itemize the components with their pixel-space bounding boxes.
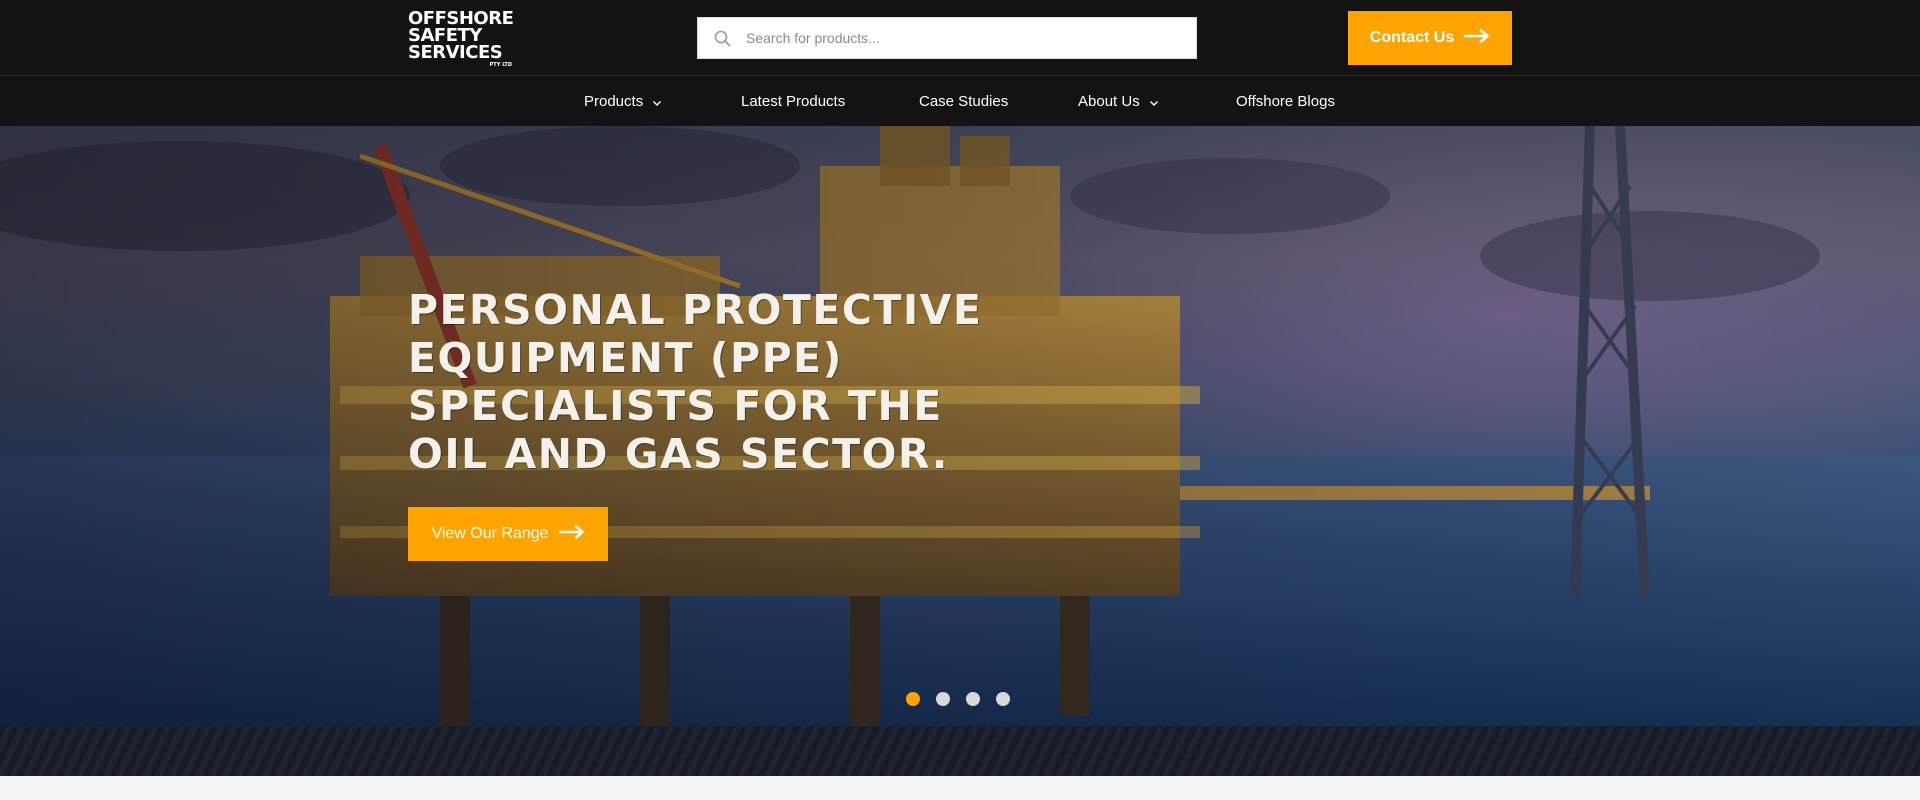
- slider-pagination: [906, 692, 1010, 706]
- search-input[interactable]: [746, 18, 1196, 58]
- nav-item-label: Offshore Blogs: [1236, 93, 1335, 110]
- nav-item-about-us[interactable]: About Us: [1078, 77, 1160, 126]
- hero-title: Personal Protective Equipment (PPE) Spec…: [408, 286, 983, 478]
- view-our-range-label: View Our Range: [431, 525, 549, 542]
- chevron-down-icon: [651, 96, 663, 108]
- nav-item-offshore-blogs[interactable]: Offshore Blogs: [1236, 77, 1335, 126]
- content-section-start: [0, 776, 1920, 800]
- site-logo[interactable]: Offshore Safety Services PTY LTD: [408, 10, 516, 69]
- main-navigation: Products Latest Products Case Studies Ab…: [0, 77, 1920, 126]
- logo-suffix: PTY LTD: [489, 62, 512, 68]
- arrow-right-icon: [1463, 28, 1490, 48]
- contact-us-label: Contact Us: [1369, 29, 1455, 46]
- nav-item-label: Case Studies: [919, 93, 1009, 110]
- chevron-down-icon: [1148, 96, 1160, 108]
- site-header: Offshore Safety Services PTY LTD Contact…: [0, 0, 1920, 76]
- slider-dot-4[interactable]: [996, 692, 1010, 706]
- slider-dot-2[interactable]: [936, 692, 950, 706]
- view-our-range-button[interactable]: View Our Range: [408, 507, 608, 561]
- slider-dot-3[interactable]: [966, 692, 980, 706]
- hero-slider: Personal Protective Equipment (PPE) Spec…: [0, 126, 1920, 726]
- nav-item-label: Products: [584, 93, 644, 110]
- contact-us-button[interactable]: Contact Us: [1348, 11, 1512, 65]
- nav-item-products[interactable]: Products: [584, 77, 663, 126]
- nav-item-label: About Us: [1078, 93, 1140, 110]
- product-search-box[interactable]: [697, 17, 1197, 59]
- logo-line-3: Services: [408, 42, 503, 63]
- search-icon[interactable]: [698, 30, 746, 47]
- arrow-right-icon: [558, 524, 585, 544]
- decorative-dark-band: [0, 726, 1920, 776]
- nav-item-latest-products[interactable]: Latest Products: [741, 77, 845, 126]
- nav-item-case-studies[interactable]: Case Studies: [919, 77, 1008, 126]
- nav-item-label: Latest Products: [741, 93, 846, 110]
- slider-dot-1[interactable]: [906, 692, 920, 706]
